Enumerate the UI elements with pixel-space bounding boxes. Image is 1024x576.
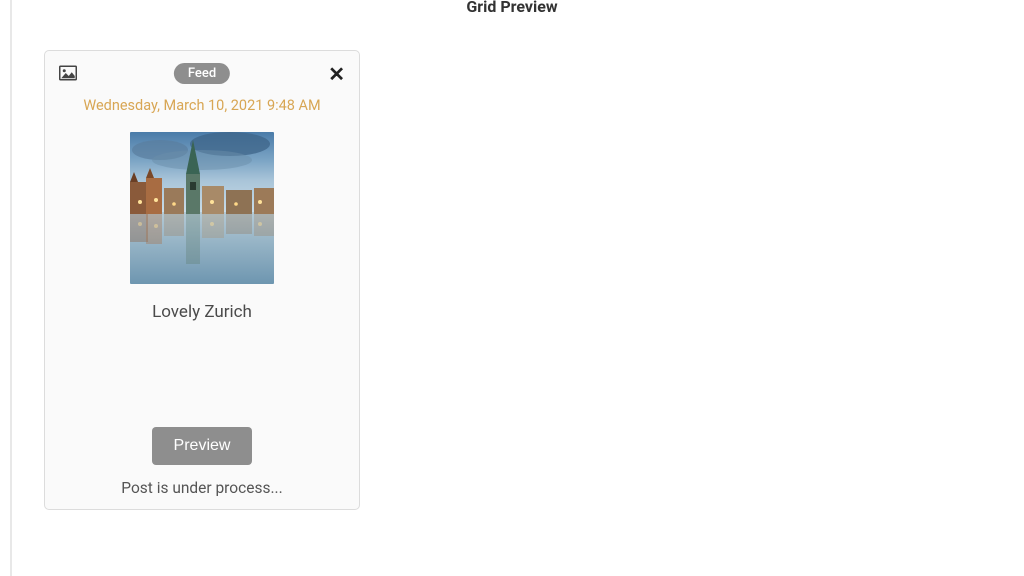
image-icon	[59, 65, 77, 81]
post-timestamp: Wednesday, March 10, 2021 9:48 AM	[57, 97, 347, 114]
spacer	[57, 322, 347, 427]
post-caption: Lovely Zurich	[57, 302, 347, 322]
post-image	[130, 132, 274, 284]
post-card: Feed ✕ Wednesday, March 10, 2021 9:48 AM	[44, 50, 360, 510]
card-header: Feed ✕	[57, 65, 347, 87]
post-status: Post is under process...	[57, 479, 347, 497]
feed-badge: Feed	[174, 63, 230, 84]
page-title: Grid Preview	[0, 0, 1024, 16]
close-icon[interactable]: ✕	[328, 65, 345, 83]
preview-button[interactable]: Preview	[152, 427, 253, 465]
left-divider	[10, 0, 12, 576]
post-image-wrap	[57, 132, 347, 284]
